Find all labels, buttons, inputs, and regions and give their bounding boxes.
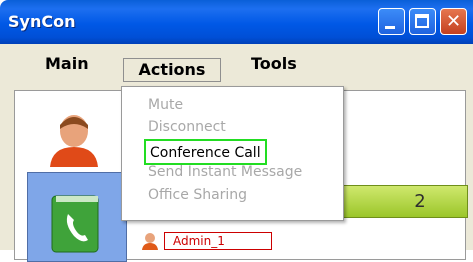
maximize-button[interactable] [409,8,436,35]
maximize-icon [415,14,429,28]
user-name-admin[interactable]: Admin_1 [164,232,272,250]
user-avatar-icon[interactable] [46,109,102,169]
window-title: SynCon [8,12,76,31]
menu-item-office-sharing[interactable]: Office Sharing [148,185,247,205]
actions-dropdown: Mute Disconnect Conference Call Send Ins… [121,86,344,221]
user-icon [142,233,158,250]
minimize-button[interactable] [378,8,405,35]
close-icon: ✕ [445,11,462,32]
menu-main[interactable]: Main [45,44,89,84]
menu-actions[interactable]: Actions [123,58,221,82]
phonebook-icon [51,195,99,253]
menu-item-disconnect[interactable]: Disconnect [148,117,226,137]
menu-item-send-instant-message[interactable]: Send Instant Message [148,162,302,182]
close-button[interactable]: ✕ [440,8,467,35]
group-count: 2 [414,191,426,212]
menu-tools[interactable]: Tools [251,44,297,84]
title-bar: SynCon ✕ [0,0,473,44]
menu-bar: Main Actions Tools [0,44,473,84]
menu-item-mute[interactable]: Mute [148,95,183,115]
minimize-icon [385,26,395,29]
